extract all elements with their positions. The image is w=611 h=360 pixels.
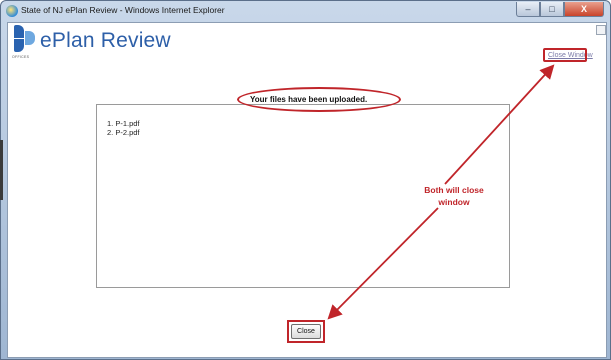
annotation-arrows [327,64,555,320]
arrow-to-close-button [327,207,439,320]
arrow-to-close-window-link [444,64,555,185]
